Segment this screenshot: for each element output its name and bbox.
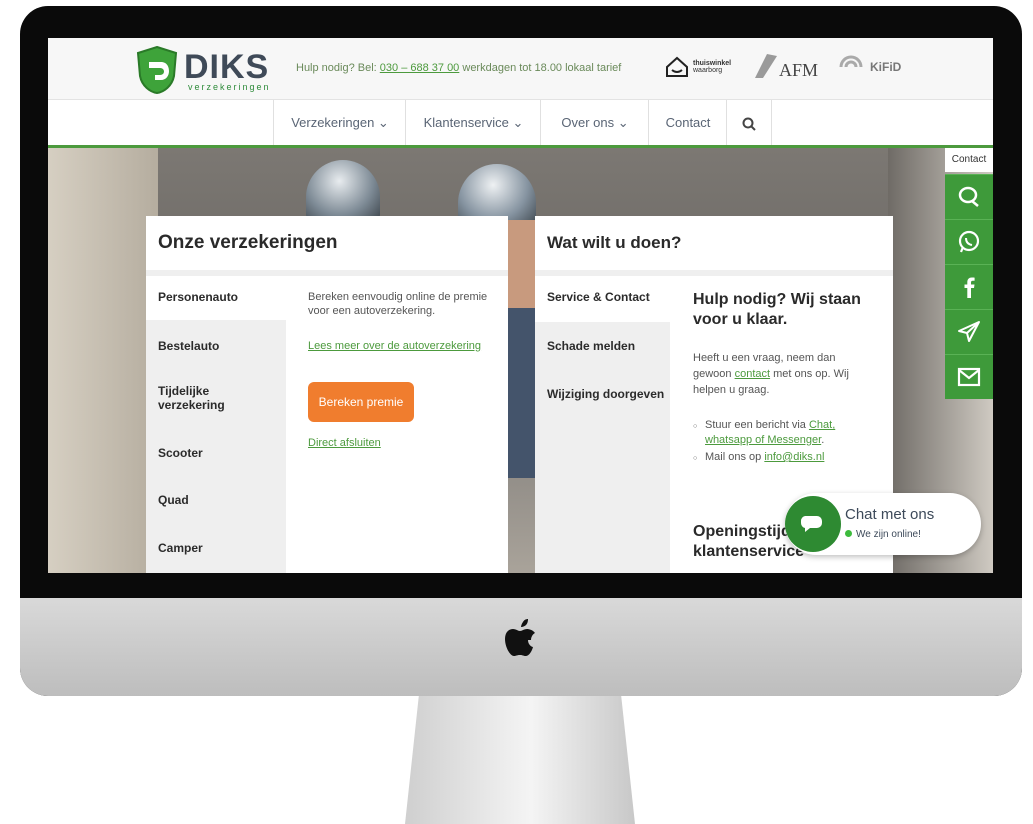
action-panel-title: Wat wilt u doen? <box>535 216 893 276</box>
nav-klantenservice[interactable]: Klantenservice ⌄ <box>405 100 541 145</box>
chat-widget[interactable]: Chat met ons We zijn online! <box>785 493 981 555</box>
imac-stand <box>405 696 635 824</box>
menu-item-service-contact[interactable]: Service & Contact <box>535 276 670 322</box>
top-bar: DIKS verzekeringen Hulp nodig? Bel: 030 … <box>48 38 993 100</box>
menu-item-label: Bestelauto <box>158 339 220 353</box>
menu-item-label: Schade melden <box>547 339 636 353</box>
search-icon <box>742 117 756 131</box>
bullet-mail: Mail ons op info@diks.nl <box>693 450 883 466</box>
main-nav: Verzekeringen ⌄ Klantenservice ⌄ Over on… <box>48 100 993 148</box>
afm-badge[interactable]: AFM <box>753 52 833 82</box>
menu-item-bestelauto[interactable]: Bestelauto <box>146 324 286 367</box>
chat-status-text: We zijn online! <box>856 529 921 540</box>
shield-logo-icon <box>136 46 178 94</box>
menu-item-personenauto[interactable]: Personenauto <box>146 276 286 320</box>
diks-logo[interactable]: DIKS verzekeringen <box>136 46 281 94</box>
afm-logo-icon <box>755 54 777 78</box>
menu-item-label: Quad <box>158 493 189 507</box>
helpline: Hulp nodig? Bel: 030 – 688 37 00 werkdag… <box>296 62 621 74</box>
menu-item-label: Service & Contact <box>547 290 650 304</box>
menu-item-quad[interactable]: Quad <box>146 478 286 521</box>
whatsapp-icon <box>958 230 980 253</box>
helpline-prefix: Hulp nodig? Bel: <box>296 62 380 74</box>
side-whatsapp-button[interactable] <box>945 219 993 264</box>
kifid-text: KiFiD <box>870 60 902 74</box>
insurance-menu: Personenauto Bestelauto Tijdelijke verze… <box>146 276 286 573</box>
nav-verzekeringen[interactable]: Verzekeringen ⌄ <box>273 100 406 145</box>
browser-screen: DIKS verzekeringen Hulp nodig? Bel: 030 … <box>48 38 993 573</box>
menu-item-label: Wijziging doorgeven <box>547 387 665 401</box>
nav-search[interactable] <box>726 100 772 145</box>
nav-contact[interactable]: Contact <box>648 100 727 145</box>
calculate-premium-button[interactable]: Bereken premie <box>308 382 414 422</box>
helmet-image-1 <box>306 160 380 220</box>
apple-logo-icon <box>505 619 535 656</box>
side-contact-bar: Contact <box>945 148 993 493</box>
read-more-link[interactable]: Lees meer over de autoverzekering <box>308 340 481 352</box>
contact-link[interactable]: contact <box>735 368 770 380</box>
thuiswinkel-line1: thuiswinkel <box>693 60 732 67</box>
menu-item-label: Tijdelijke verzekering <box>158 384 225 412</box>
menu-item-label: Personenauto <box>158 290 239 304</box>
facebook-icon <box>964 277 975 298</box>
help-text: Heeft u een vraag, neem dan gewoon conta… <box>693 350 873 398</box>
afm-text: AFM <box>779 60 819 80</box>
thuiswinkel-line2: waarborg <box>693 67 723 74</box>
hero-wall-left <box>48 148 158 573</box>
menu-item-tijdelijke-verzekering[interactable]: Tijdelijke verzekering <box>146 371 286 427</box>
rider-jacket <box>508 308 536 478</box>
bullet-chat: Stuur een bericht via Chat, whatsapp of … <box>693 418 883 448</box>
action-menu: Service & Contact Schade melden Wijzigin… <box>535 276 670 573</box>
mail-icon <box>957 367 981 387</box>
menu-item-schade-melden[interactable]: Schade melden <box>535 324 670 370</box>
side-facebook-button[interactable] <box>945 264 993 309</box>
menu-item-scooter[interactable]: Scooter <box>146 431 286 474</box>
menu-item-label: Camper <box>158 541 203 555</box>
insurance-panel-title: Onze verzekeringen <box>146 216 508 276</box>
email-link[interactable]: info@diks.nl <box>764 451 824 463</box>
chat-icon <box>958 186 979 207</box>
menu-item-camper[interactable]: Camper <box>146 525 286 569</box>
side-mail-button[interactable] <box>945 354 993 399</box>
menu-item-label: Scooter <box>158 446 203 460</box>
chat-widget-button[interactable] <box>785 496 841 552</box>
side-send-button[interactable] <box>945 309 993 354</box>
bullet-chat-prefix: Stuur een bericht via <box>705 419 809 431</box>
chat-title: Chat met ons <box>845 506 935 523</box>
thuiswinkel-badge[interactable]: thuiswinkel waarborg <box>665 54 745 80</box>
kifid-badge[interactable]: KiFiD <box>838 52 938 82</box>
helmet-image-2 <box>458 164 536 224</box>
help-title: Hulp nodig? Wij staan voor u klaar. <box>693 291 861 328</box>
side-chat-button[interactable] <box>945 174 993 219</box>
insurance-panel: Onze verzekeringen Personenauto Bestelau… <box>146 216 508 573</box>
kifid-logo-icon <box>839 55 863 68</box>
send-icon <box>958 321 980 342</box>
menu-item-wijziging-doorgeven[interactable]: Wijziging doorgeven <box>535 372 670 418</box>
bullet-chat-suffix: . <box>821 434 825 446</box>
contact-bullets: Stuur een bericht via Chat, whatsapp of … <box>693 418 883 467</box>
phone-link[interactable]: 030 – 688 37 00 <box>380 62 460 74</box>
online-dot-icon <box>845 530 852 537</box>
insurance-description: Bereken eenvoudig online de premie voor … <box>308 291 488 317</box>
helpline-suffix: werkdagen tot 18.00 lokaal tarief <box>459 62 622 74</box>
nav-over-ons[interactable]: Over ons ⌄ <box>540 100 649 145</box>
rider-face <box>508 220 536 312</box>
bullet-mail-prefix: Mail ons op <box>705 451 765 463</box>
side-contact-label: Contact <box>945 148 993 172</box>
chat-status: We zijn online! <box>845 529 921 540</box>
direct-afsluiten-link[interactable]: Direct afsluiten <box>308 437 381 449</box>
house-icon <box>666 56 688 77</box>
chat-bubble-icon <box>800 516 822 532</box>
logo-subtitle: verzekeringen <box>188 82 271 92</box>
